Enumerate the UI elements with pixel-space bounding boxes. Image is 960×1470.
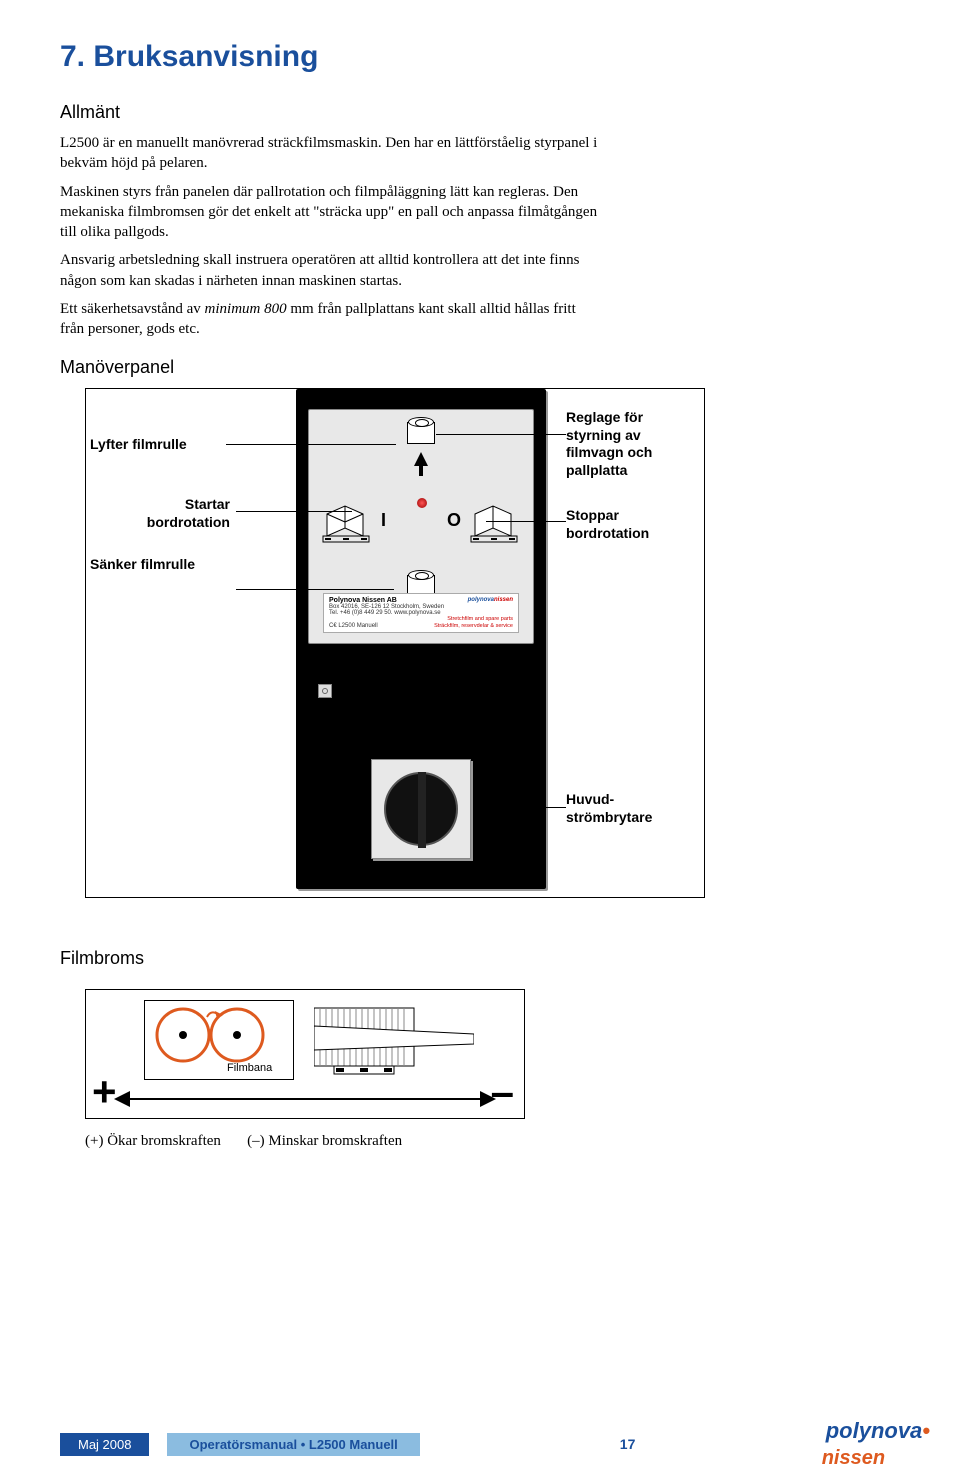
leader-line xyxy=(436,434,566,435)
filmbroms-figure: + – Filmbana xyxy=(60,989,900,1150)
double-arrow-icon xyxy=(116,1098,494,1100)
film-rollers-icon: Filmbana xyxy=(144,1000,294,1080)
start-symbol-i: I xyxy=(381,510,386,531)
pallet-stop-icon xyxy=(469,500,519,544)
logo-polynova: polynova xyxy=(826,1418,923,1443)
pallet-start-icon xyxy=(321,500,371,544)
fuse-icon xyxy=(318,684,332,698)
para-4-italic: minimum 800 xyxy=(205,301,287,317)
heading-manoverpanel: Manöverpanel xyxy=(60,357,900,378)
control-panel-figure: I O xyxy=(60,388,900,948)
para-3: Ansvarig arbetsledning skall instruera o… xyxy=(60,250,600,291)
callout-reglage: Reglage för styrning av filmvagn och pal… xyxy=(566,409,696,479)
led-icon xyxy=(417,498,427,508)
callout-sanker: Sänker filmrulle xyxy=(90,556,195,574)
section-title: 7. Bruksanvisning xyxy=(60,40,900,74)
filmbroms-box: + – Filmbana xyxy=(85,989,525,1119)
para-2: Maskinen styrs från panelen där pallrota… xyxy=(60,182,600,243)
filmbana-label: Filmbana xyxy=(227,1062,272,1074)
stop-symbol-o: O xyxy=(447,510,461,531)
para-4a: Ett säkerhetsavstånd av xyxy=(60,301,205,317)
nameplate-model: L2500 Manuell xyxy=(338,623,377,629)
page-footer: Maj 2008 Operatörsmanual • L2500 Manuell… xyxy=(0,1422,960,1466)
nameplate: Polynova Nissen AB Box 42016, SE-126 12 … xyxy=(323,593,519,633)
leader-line xyxy=(486,521,566,522)
plus-sign: + xyxy=(92,1068,117,1116)
extruder-icon xyxy=(314,1002,474,1078)
callout-startar: Startar bordrotation xyxy=(130,496,230,531)
para-4: Ett säkerhetsavstånd av minimum 800 mm f… xyxy=(60,299,600,340)
leader-line xyxy=(236,511,352,512)
callout-stoppar: Stoppar bordrotation xyxy=(566,507,704,542)
leader-line xyxy=(236,589,394,590)
callout-lyfter: Lyfter filmrulle xyxy=(90,436,187,454)
caption-plus: (+) Ökar bromskraften xyxy=(85,1133,221,1149)
main-switch xyxy=(371,759,471,859)
heading-allmant: Allmänt xyxy=(60,102,900,123)
leader-line xyxy=(226,444,396,445)
panel-frame: I O xyxy=(85,388,705,898)
heading-filmbroms: Filmbroms xyxy=(60,948,900,969)
filmbroms-captions: (+) Ökar bromskraften (–) Minskar bromsk… xyxy=(85,1133,900,1150)
arrow-up-icon xyxy=(414,452,428,466)
footer-doc-title: Operatörsmanual • L2500 Manuell xyxy=(167,1433,419,1456)
panel-body: I O xyxy=(296,389,546,889)
callout-huvud: Huvud- strömbrytare xyxy=(566,791,652,826)
para-1: L2500 är en manuellt manövrerad sträckfi… xyxy=(60,133,600,174)
nameplate-tag1: Stretchfilm and spare parts xyxy=(447,616,513,622)
footer-logo: polynova• nissen xyxy=(826,1418,930,1470)
nameplate-tag2: Sträckfilm, reservdelar & service xyxy=(434,623,513,629)
footer-date: Maj 2008 xyxy=(60,1433,149,1456)
leader-line xyxy=(474,807,566,808)
film-roll-up-icon xyxy=(407,422,435,444)
footer-page-number: 17 xyxy=(620,1436,636,1452)
caption-minus: (–) Minskar bromskraften xyxy=(247,1133,402,1149)
